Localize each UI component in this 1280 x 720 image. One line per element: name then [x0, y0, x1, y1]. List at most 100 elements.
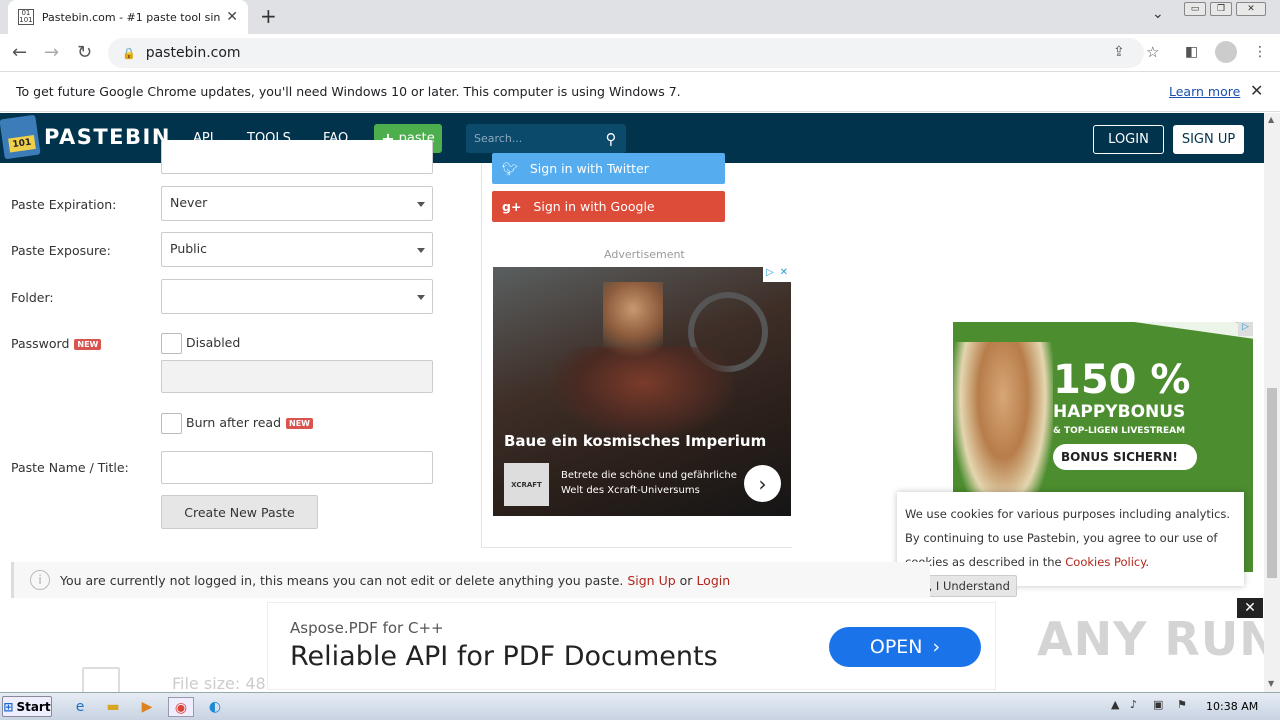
- address-bar[interactable]: 🔒 pastebin.com: [108, 38, 1144, 68]
- cookies-policy-link[interactable]: Cookies Policy: [1065, 555, 1145, 569]
- pastebin-logo-icon[interactable]: 101: [0, 114, 41, 160]
- restore-icon[interactable]: ❐: [1210, 2, 1232, 16]
- minimize-icon[interactable]: ▭: [1184, 2, 1206, 16]
- new-tab-icon[interactable]: +: [260, 4, 277, 28]
- side-panel-icon[interactable]: ◧: [1185, 44, 1198, 60]
- twitter-label: Sign in with Twitter: [529, 161, 649, 176]
- profile-avatar-icon[interactable]: [1215, 41, 1237, 63]
- google-label: Sign in with Google: [533, 199, 655, 214]
- back-icon[interactable]: ←: [12, 42, 27, 63]
- folder-select[interactable]: [161, 279, 433, 314]
- explorer-folder-icon[interactable]: ▬: [103, 697, 123, 717]
- caret-down-icon: [417, 248, 425, 253]
- browser-toolbar: ← → ↻ 🔒 pastebin.com ⇪ ☆ ◧ ⋮: [0, 34, 1280, 72]
- ad-next-chevron-icon[interactable]: ›: [744, 465, 781, 502]
- bottom-ad-headline: Reliable API for PDF Documents: [290, 641, 718, 672]
- create-new-paste-button[interactable]: Create New Paste: [161, 495, 318, 529]
- search-input[interactable]: Search...: [474, 132, 596, 145]
- paste-title-input[interactable]: [161, 451, 433, 484]
- windows-taskbar: ⊞ Start e ▬ ▶ ◉ ◐ ▲ ♪ ▣ ⚑ 10:38 AM: [0, 692, 1280, 720]
- cookie-banner: We use cookies for various purposes incl…: [897, 492, 1244, 597]
- bonus-percent: 150 %: [1053, 357, 1191, 403]
- menu-kebab-icon[interactable]: ⋮: [1253, 44, 1267, 60]
- flag-icon[interactable]: ⚑: [1177, 698, 1187, 711]
- share-icon[interactable]: ⇪: [1113, 44, 1125, 60]
- notice-signup-link[interactable]: Sign Up: [627, 573, 675, 588]
- url-text: pastebin.com: [145, 45, 241, 61]
- password-label: Password NEW: [11, 336, 102, 351]
- scroll-down-icon[interactable]: ▼: [1268, 679, 1274, 688]
- scroll-up-icon[interactable]: ▲: [1268, 115, 1274, 124]
- folder-label: Folder:: [11, 290, 54, 305]
- sidebar-divider-bottom: [481, 547, 792, 548]
- ad-choices-icon[interactable]: ▷: [1238, 322, 1253, 336]
- ad-headline: Baue ein kosmisches Imperium: [504, 432, 767, 450]
- site-logo-text[interactable]: PASTEBIN: [44, 125, 171, 149]
- bookmark-star-icon[interactable]: ☆: [1146, 43, 1159, 61]
- notice-or: or: [679, 572, 693, 588]
- start-button[interactable]: ⊞ Start: [2, 696, 52, 717]
- network-icon[interactable]: ▣: [1153, 698, 1163, 711]
- reload-icon[interactable]: ↻: [77, 42, 92, 63]
- pastebin-favicon-icon: 01 101: [18, 9, 34, 25]
- sign-in-google-button[interactable]: g+ Sign in with Google: [492, 191, 725, 222]
- caret-down-icon: [417, 295, 425, 300]
- close-tab-icon[interactable]: ✕: [226, 9, 238, 25]
- close-window-icon[interactable]: ✕: [1236, 2, 1266, 16]
- bonus-cta-button[interactable]: BONUS SICHERN!: [1053, 444, 1197, 470]
- caret-down-icon: [417, 202, 425, 207]
- sign-in-twitter-button[interactable]: 🐦︎ Sign in with Twitter: [492, 153, 725, 184]
- tray-expand-icon[interactable]: ▲: [1111, 698, 1119, 711]
- bottom-advertisement[interactable]: Aspose.PDF for C++ Reliable API for PDF …: [267, 602, 996, 690]
- forward-icon[interactable]: →: [44, 42, 59, 63]
- advertisement-label: Advertisement: [604, 248, 685, 261]
- tab-search-chevron-icon[interactable]: ⌄: [1152, 6, 1164, 22]
- bottom-ad-open-button[interactable]: OPEN ›: [829, 627, 981, 667]
- infobar-message: To get future Google Chrome updates, you…: [16, 84, 681, 99]
- expiration-select[interactable]: Never: [161, 186, 433, 221]
- media-player-icon[interactable]: ▶: [137, 697, 157, 717]
- scrollbar-thumb[interactable]: [1267, 388, 1277, 578]
- taskbar-clock: 10:38 AM: [1206, 700, 1259, 713]
- chrome-icon[interactable]: ◉: [168, 697, 194, 717]
- start-label: Start: [16, 699, 51, 714]
- new-badge: NEW: [74, 339, 102, 350]
- edge-icon[interactable]: ◐: [205, 697, 225, 717]
- not-logged-in-notice: i You are currently not logged in, this …: [11, 562, 930, 598]
- page-scrollbar[interactable]: ▲ ▼: [1264, 113, 1280, 692]
- game-advertisement[interactable]: ▷ ✕ Baue ein kosmisches Imperium XCRAFT B…: [493, 267, 791, 516]
- expiration-value: Never: [170, 195, 208, 210]
- password-checkbox[interactable]: [161, 333, 182, 354]
- ad-thumbnail: XCRAFT: [504, 463, 549, 506]
- login-button[interactable]: LOGIN: [1093, 125, 1164, 154]
- password-label-text: Password: [11, 336, 70, 351]
- burn-after-read-checkbox[interactable]: [161, 413, 182, 434]
- signup-button[interactable]: SIGN UP: [1173, 125, 1244, 154]
- burn-label-text: Burn after read: [186, 415, 282, 430]
- site-search[interactable]: Search... ⚲: [466, 124, 626, 153]
- password-field[interactable]: [161, 360, 433, 393]
- exposure-select[interactable]: Public: [161, 232, 433, 267]
- tab-pastebin[interactable]: 01 101 Pastebin.com - #1 paste tool sinc…: [8, 0, 248, 34]
- logo-badge: 101: [8, 135, 36, 153]
- lock-icon[interactable]: 🔒: [122, 47, 136, 60]
- password-disabled-label: Disabled: [186, 335, 241, 350]
- exposure-label: Paste Exposure:: [11, 243, 111, 258]
- ad-description: Betrete die schöne und gefährliche Welt …: [561, 470, 737, 496]
- syntax-select-partial[interactable]: [161, 140, 433, 174]
- new-badge: NEW: [286, 418, 313, 429]
- sidebar-divider: [481, 163, 482, 548]
- bottom-ad-sub: Aspose.PDF for C++: [290, 619, 444, 637]
- bonus-headline: HAPPYBONUS: [1053, 402, 1186, 422]
- volume-icon[interactable]: ♪: [1130, 698, 1137, 711]
- infobar-close-icon[interactable]: ✕: [1250, 81, 1263, 100]
- notice-login-link[interactable]: Login: [696, 573, 730, 588]
- search-icon[interactable]: ⚲: [596, 130, 626, 148]
- burn-after-read-label: Burn after read NEW: [186, 415, 313, 430]
- ad-choices-icon[interactable]: ▷✕: [763, 267, 791, 282]
- learn-more-link[interactable]: Learn more: [1169, 84, 1240, 99]
- update-infobar: To get future Google Chrome updates, you…: [0, 72, 1280, 112]
- tab-title: Pastebin.com - #1 paste tool since 2: [41, 10, 221, 24]
- ie-icon[interactable]: e: [70, 697, 90, 717]
- chevron-right-icon: ›: [932, 636, 941, 658]
